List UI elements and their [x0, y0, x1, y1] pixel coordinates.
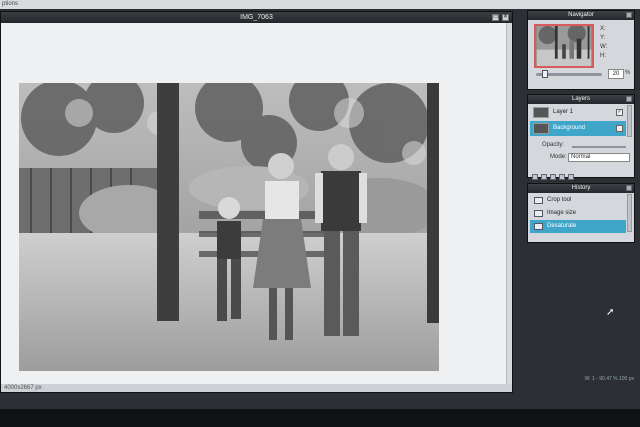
vertical-scrollbar[interactable] [506, 23, 512, 385]
layer-thumbnail [533, 107, 549, 118]
status-readout: W: 1 - 90.47 % 100 px [584, 376, 634, 382]
history-panel: History Crop tool Image size Desaturate [527, 183, 635, 243]
close-icon[interactable] [626, 12, 632, 18]
layers-title: Layers [571, 96, 590, 102]
document-window: IMG_7063 ▭ ✕ 4000x2667 px [0, 11, 513, 393]
image-dimensions: 4000x2667 px [4, 385, 42, 391]
document-titlebar[interactable]: IMG_7063 ▭ ✕ [1, 12, 512, 23]
navigator-w-label: W: [600, 44, 608, 50]
document-canvas[interactable] [1, 23, 512, 385]
history-item-label: Image size [547, 210, 577, 216]
mode-label: Mode: [550, 154, 567, 160]
navigator-thumbnail[interactable] [534, 24, 594, 68]
layer-row-background[interactable]: Background ✓ [530, 121, 626, 136]
zoom-slider-handle[interactable] [542, 70, 548, 78]
close-icon[interactable] [626, 96, 632, 102]
layer-name: Layer 1 [553, 109, 574, 115]
restore-window-button[interactable]: ▭ [492, 14, 499, 21]
navigator-title: Navigator [568, 12, 594, 18]
layer-row-layer-1[interactable]: Layer 1 ✓ [530, 105, 626, 120]
zoom-input[interactable]: 20 [608, 69, 624, 79]
history-header[interactable]: History [528, 184, 634, 193]
navigator-h-label: H: [600, 53, 606, 59]
navigator-y-label: Y: [600, 35, 606, 41]
new-layer-icon[interactable] [532, 174, 538, 180]
opacity-label: Opacity: [542, 142, 565, 148]
history-item-desaturate[interactable]: Desaturate [530, 220, 626, 233]
close-window-button[interactable]: ✕ [502, 14, 509, 21]
fx-icon[interactable] [550, 174, 556, 180]
mask-icon[interactable] [541, 174, 547, 180]
folder-icon[interactable] [559, 174, 565, 180]
navigator-x-label: X: [600, 26, 606, 32]
menu-item-options[interactable]: ptions [2, 0, 18, 9]
resize-icon [534, 210, 543, 217]
layers-scrollbar[interactable] [627, 105, 632, 137]
history-item-image-size[interactable]: Image size [530, 207, 626, 220]
navigator-readout: X: Y: W: H: [600, 25, 607, 61]
layer-thumbnail [533, 123, 549, 134]
navigator-panel: Navigator X: Y: W: H: 20 % [527, 10, 635, 90]
crop-icon [534, 197, 543, 204]
visibility-checkbox[interactable]: ✓ [616, 109, 623, 116]
document-title: IMG_7063 [240, 14, 273, 21]
opacity-slider[interactable] [572, 146, 626, 148]
layers-header[interactable]: Layers [528, 95, 634, 104]
history-title: History [571, 185, 591, 191]
trash-icon[interactable] [568, 174, 574, 180]
visibility-checkbox[interactable]: ✓ [616, 125, 623, 132]
menu-bar: ptions [0, 0, 640, 9]
blend-mode-select[interactable]: Normal [568, 153, 630, 162]
close-icon[interactable] [626, 185, 632, 191]
history-scrollbar[interactable] [627, 194, 632, 232]
layer-tools [532, 167, 632, 180]
document-statusbar: 4000x2667 px [1, 384, 512, 392]
zoom-unit: % [625, 70, 631, 76]
layers-panel: Layers Layer 1 ✓ Background ✓ Opacity: M… [527, 94, 635, 180]
navigator-header[interactable]: Navigator [528, 11, 634, 20]
desaturate-icon [534, 223, 543, 230]
history-item-label: Desaturate [547, 223, 577, 229]
mouse-cursor-icon: ➚ [606, 307, 615, 318]
history-item-crop[interactable]: Crop tool [530, 194, 626, 207]
photo-image [19, 83, 439, 371]
history-item-label: Crop tool [547, 197, 572, 203]
monitor-bezel [0, 409, 640, 427]
layer-name: Background [553, 125, 586, 131]
